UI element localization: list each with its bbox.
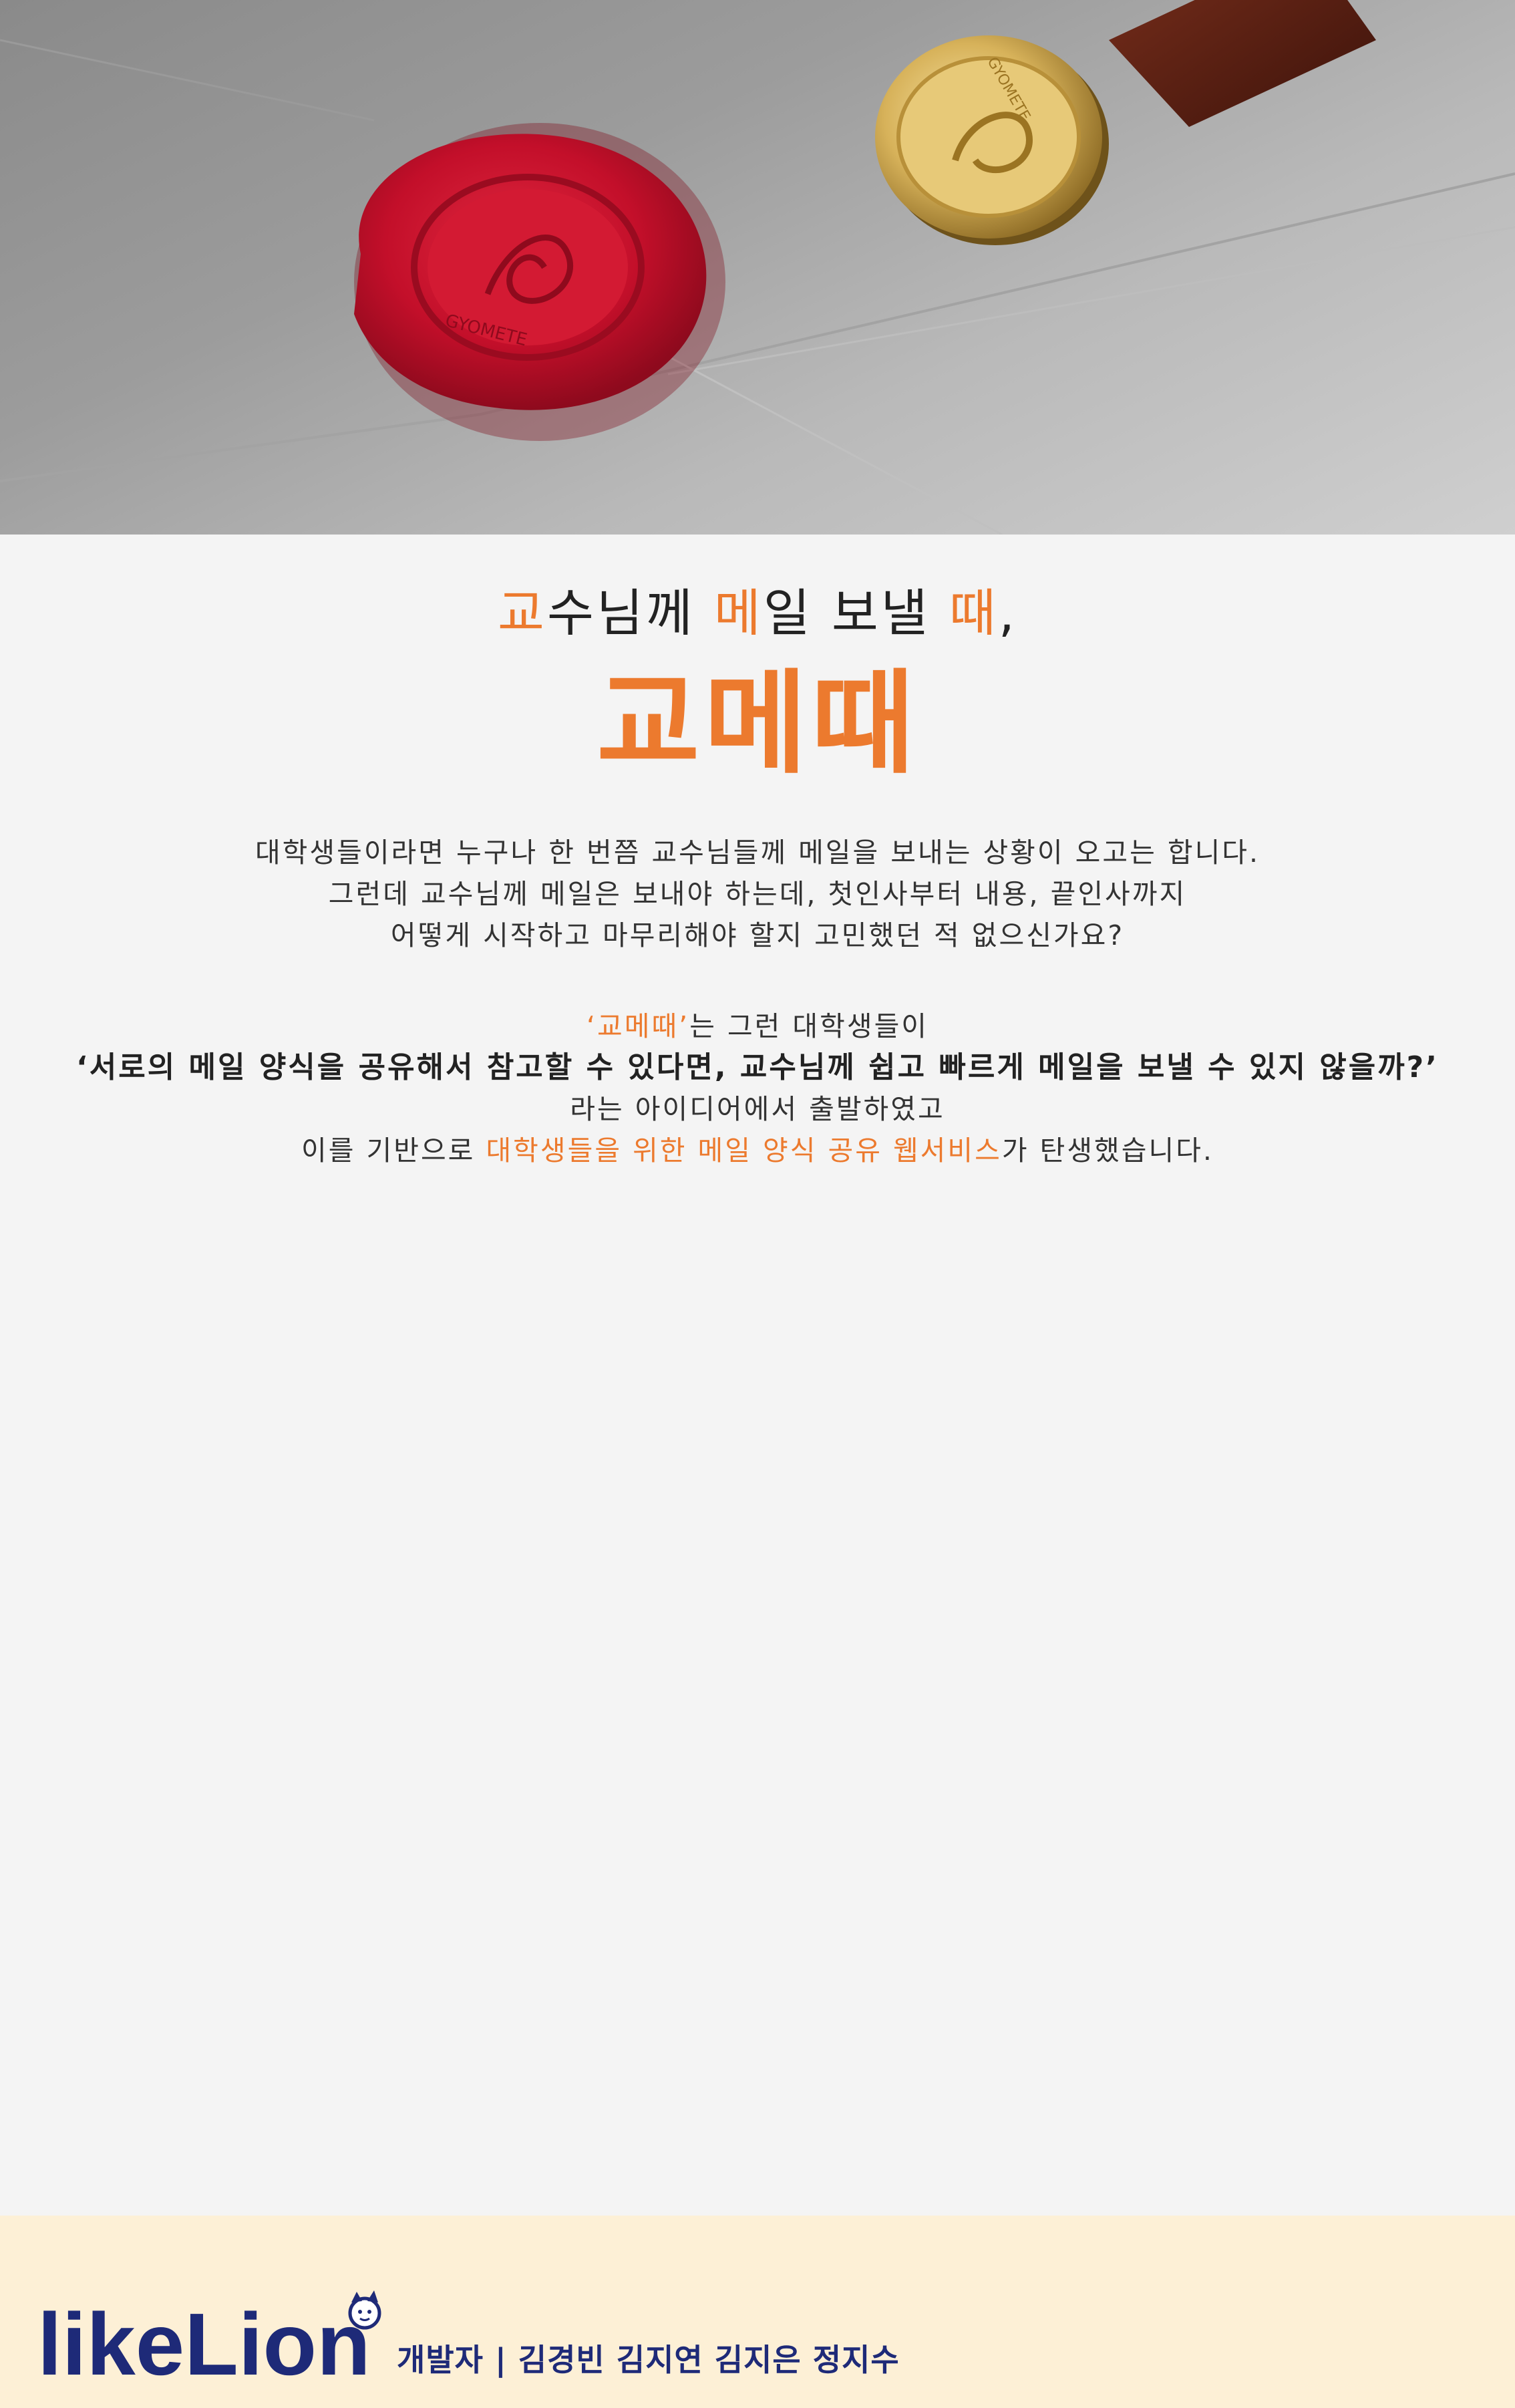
tagline-text-1: 수님께 (546, 583, 714, 643)
pitch-text: 가 탄생했습니다. (1001, 1135, 1214, 1167)
pitch-text: 이를 기반으로 (301, 1135, 486, 1167)
likelion-logo: likeLion (37, 2290, 381, 2383)
tagline-text-2: 일 보낼 (763, 583, 949, 643)
developer-credits: 개발자 | 김경빈 김지연 김지은 정지수 (397, 2342, 900, 2378)
intro-line: 그런데 교수님께 메일은 보내야 하는데, 첫인사부터 내용, 끝인사까지 (328, 878, 1187, 910)
pitch-text: 는 그런 대학생들이 (689, 1010, 929, 1042)
service-logo: 교메때 (597, 658, 918, 789)
service-name-quote: ‘교메때’ (586, 1010, 690, 1042)
intro-line: 대학생들이라면 누구나 한 번쯤 교수님들께 메일을 보내는 상황이 오고는 합… (255, 837, 1260, 869)
tagline-comma: , (998, 583, 1017, 643)
pitch-question: ‘서로의 메일 양식을 공유해서 참고할 수 있다면, 교수님께 쉽고 빠르게 … (76, 1050, 1439, 1084)
wax-seal-icon: GYOMETE (354, 123, 725, 441)
pitch-line: 라는 아이디어에서 출발하였고 (570, 1093, 945, 1125)
brass-stamp-icon: GYOMETE (875, 0, 1376, 245)
pitch-line: ‘교메때’는 그런 대학생들이 (0, 1006, 1515, 1047)
tagline-accent-2: 메 (713, 583, 764, 643)
footer: likeLion 개발자 | 김경빈 김지연 김지은 정지수 (0, 2216, 1515, 2408)
wax-seal-photo: GYOMETE GYOMETE (0, 0, 1515, 535)
svg-text:likeLion: likeLion (37, 2295, 371, 2383)
tagline-accent-1: 교 (498, 583, 547, 643)
hero-image: GYOMETE GYOMETE (0, 0, 1515, 535)
intro-paragraph: 대학생들이라면 누구나 한 번쯤 교수님들께 메일을 보내는 상황이 오고는 합… (0, 832, 1515, 956)
service-description: 대학생들을 위한 메일 양식 공유 웹서비스 (486, 1135, 1002, 1167)
headline: 교수님께 메일 보낼 때, 교메때 (0, 581, 1515, 787)
pitch-paragraph: ‘교메때’는 그런 대학생들이 ‘서로의 메일 양식을 공유해서 참고할 수 있… (0, 1006, 1515, 1171)
intro-line: 어떻게 시작하고 마무리해야 할지 고민했던 적 없으신가요? (390, 919, 1125, 951)
tagline-accent-3: 때 (949, 583, 999, 643)
headline-tagline: 교수님께 메일 보낼 때, (0, 581, 1515, 645)
pitch-line: 이를 기반으로 대학생들을 위한 메일 양식 공유 웹서비스가 탄생했습니다. (0, 1130, 1515, 1171)
